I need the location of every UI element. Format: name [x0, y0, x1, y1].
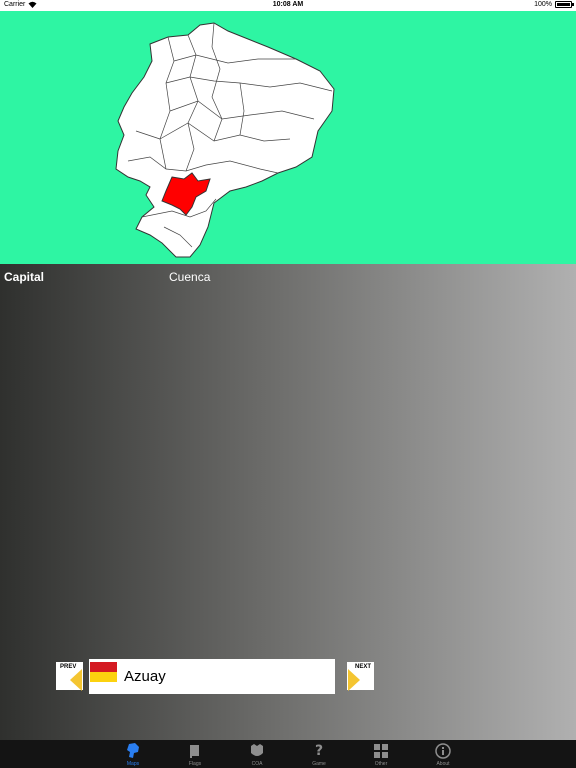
- grid-icon: [372, 742, 390, 760]
- region-flag-icon: [90, 662, 117, 682]
- battery-percent: 100%: [534, 1, 552, 8]
- tab-bar: Maps Flags COA ? Game Other About: [0, 740, 576, 768]
- status-time: 10:08 AM: [272, 1, 304, 8]
- region-selector[interactable]: Azuay: [89, 659, 335, 694]
- tab-coa[interactable]: COA: [226, 740, 288, 768]
- arrow-right-icon: [348, 669, 360, 691]
- info-icon: [434, 742, 452, 760]
- capital-value: Cuenca: [169, 270, 211, 284]
- region-name: Azuay: [124, 668, 166, 685]
- tab-about[interactable]: About: [412, 740, 474, 768]
- capital-label: Capital: [4, 270, 45, 284]
- arrow-left-icon: [70, 669, 82, 691]
- ecuador-map[interactable]: [0, 11, 576, 264]
- next-button[interactable]: NEXT: [347, 662, 374, 691]
- tab-flags[interactable]: Flags: [164, 740, 226, 768]
- tab-game-label: Game: [312, 761, 326, 767]
- tab-other-label: Other: [374, 761, 388, 767]
- tab-coa-label: COA: [251, 761, 263, 767]
- info-panel: Capital Cuenca PREV Azuay NEXT: [0, 264, 576, 740]
- status-bar: Carrier 10:08 AM 100%: [0, 0, 576, 11]
- question-icon: ?: [314, 743, 324, 759]
- tab-flags-label: Flags: [188, 761, 202, 767]
- status-right: 100%: [534, 1, 574, 8]
- map-icon: [124, 742, 142, 760]
- flag-stripe-yellow: [90, 672, 117, 682]
- tab-game[interactable]: ? Game: [288, 740, 350, 768]
- coat-of-arms-icon: [248, 742, 266, 760]
- tab-maps-label: Maps: [126, 761, 140, 767]
- flag-icon: [186, 742, 204, 760]
- flag-stripe-red: [90, 662, 117, 672]
- tab-other[interactable]: Other: [350, 740, 412, 768]
- tab-maps[interactable]: Maps: [102, 740, 164, 768]
- battery-icon: [555, 1, 574, 8]
- prev-button[interactable]: PREV: [56, 662, 83, 691]
- tab-about-label: About: [436, 761, 450, 767]
- map-view[interactable]: [0, 11, 576, 264]
